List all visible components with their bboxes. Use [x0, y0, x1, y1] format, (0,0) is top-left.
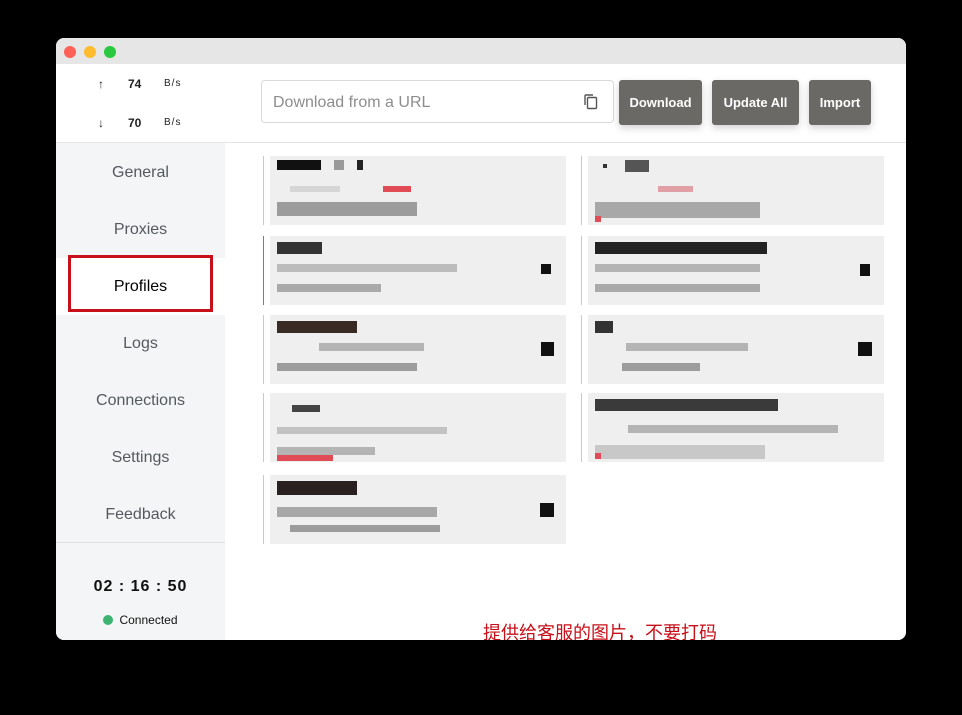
- profile-card[interactable]: [581, 156, 884, 225]
- sidebar-item-connections[interactable]: Connections: [56, 372, 225, 429]
- upload-unit: B/s: [164, 78, 182, 89]
- download-arrow-icon: ↓: [98, 116, 104, 130]
- connected-dot-icon: [103, 615, 114, 625]
- annotation-text: 提供给客服的图片，不要打码: [483, 623, 717, 640]
- profile-card[interactable]: [263, 475, 566, 544]
- profile-card[interactable]: [581, 236, 884, 305]
- minimize-window-button[interactable]: [84, 46, 96, 58]
- sidebar: ↑ 74 B/s ↓ 70 B/s General Proxies Profil…: [56, 64, 225, 640]
- import-button[interactable]: Import: [809, 80, 871, 125]
- profile-card-indicator: [263, 315, 264, 384]
- download-speed: ↓ 70 B/s: [56, 114, 225, 134]
- connection-status: Connected: [56, 613, 225, 627]
- sidebar-item-general[interactable]: General: [56, 144, 225, 201]
- download-unit: B/s: [164, 117, 182, 128]
- download-value: 70: [128, 116, 142, 130]
- profile-card-indicator: [263, 475, 264, 544]
- profile-card-indicator: [263, 236, 264, 305]
- profile-card[interactable]: [263, 156, 566, 225]
- uptime-clock: 02 : 16 : 50: [93, 578, 188, 595]
- paste-icon[interactable]: [582, 93, 600, 111]
- close-window-button[interactable]: [64, 46, 76, 58]
- profile-card[interactable]: [263, 393, 566, 462]
- url-field: [261, 80, 614, 124]
- profiles-main: Download Update All Import: [225, 64, 906, 640]
- download-button[interactable]: Download: [619, 80, 702, 125]
- profile-card-indicator: [263, 156, 264, 225]
- sidebar-item-feedback[interactable]: Feedback: [56, 486, 225, 543]
- annotation-highlight-box: [68, 255, 213, 312]
- profiles-toolbar: Download Update All Import: [225, 64, 906, 143]
- url-input[interactable]: [271, 81, 575, 124]
- sidebar-item-proxies[interactable]: Proxies: [56, 201, 225, 258]
- app-window: ↑ 74 B/s ↓ 70 B/s General Proxies Profil…: [56, 38, 906, 640]
- profile-card-indicator: [581, 393, 582, 462]
- sidebar-item-logs[interactable]: Logs: [56, 315, 225, 372]
- upload-speed: ↑ 74 B/s: [56, 75, 225, 95]
- profile-card[interactable]: [581, 393, 884, 462]
- profile-card-indicator: [581, 156, 582, 225]
- profile-card[interactable]: [263, 236, 566, 305]
- sidebar-footer: 02 : 16 : 50 Connected: [56, 542, 225, 640]
- title-bar: [56, 38, 906, 64]
- connection-status-label: Connected: [119, 613, 178, 627]
- sidebar-item-settings[interactable]: Settings: [56, 429, 225, 486]
- profile-card-indicator: [581, 315, 582, 384]
- traffic-panel: ↑ 74 B/s ↓ 70 B/s: [56, 64, 225, 143]
- profile-card-indicator: [263, 393, 264, 462]
- zoom-window-button[interactable]: [104, 46, 116, 58]
- profile-card[interactable]: [581, 315, 884, 384]
- upload-arrow-icon: ↑: [98, 77, 104, 91]
- profile-card-indicator: [581, 236, 582, 305]
- profile-card[interactable]: [263, 315, 566, 384]
- update-all-button[interactable]: Update All: [712, 80, 799, 125]
- upload-value: 74: [128, 77, 142, 91]
